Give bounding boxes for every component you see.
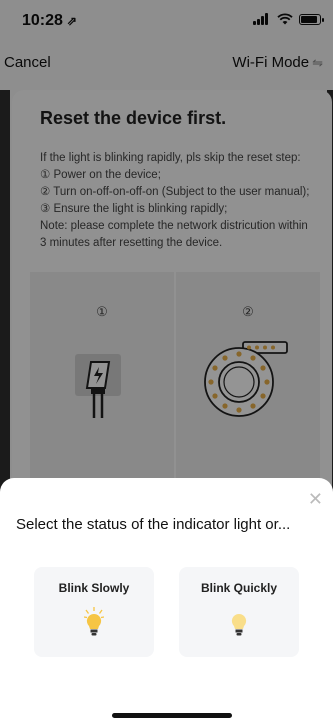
sheet-title: Select the status of the indicator light… [16, 516, 291, 533]
indicator-status-sheet: ✕ Select the status of the indicator lig… [0, 478, 333, 723]
option-label: Blink Slowly [58, 581, 130, 595]
close-icon[interactable]: ✕ [308, 490, 323, 508]
bulb-blinking-icon [84, 607, 104, 636]
bulb-dim-icon [231, 613, 247, 636]
home-indicator[interactable] [112, 713, 232, 718]
blink-slowly-option[interactable]: Blink Slowly [34, 567, 154, 657]
screen: 10:28 ⇗ Cancel Wi-Fi Mode ⇋ Reset the devi… [0, 0, 333, 723]
option-label: Blink Quickly [200, 581, 278, 595]
blink-quickly-option[interactable]: Blink Quickly [179, 567, 299, 657]
